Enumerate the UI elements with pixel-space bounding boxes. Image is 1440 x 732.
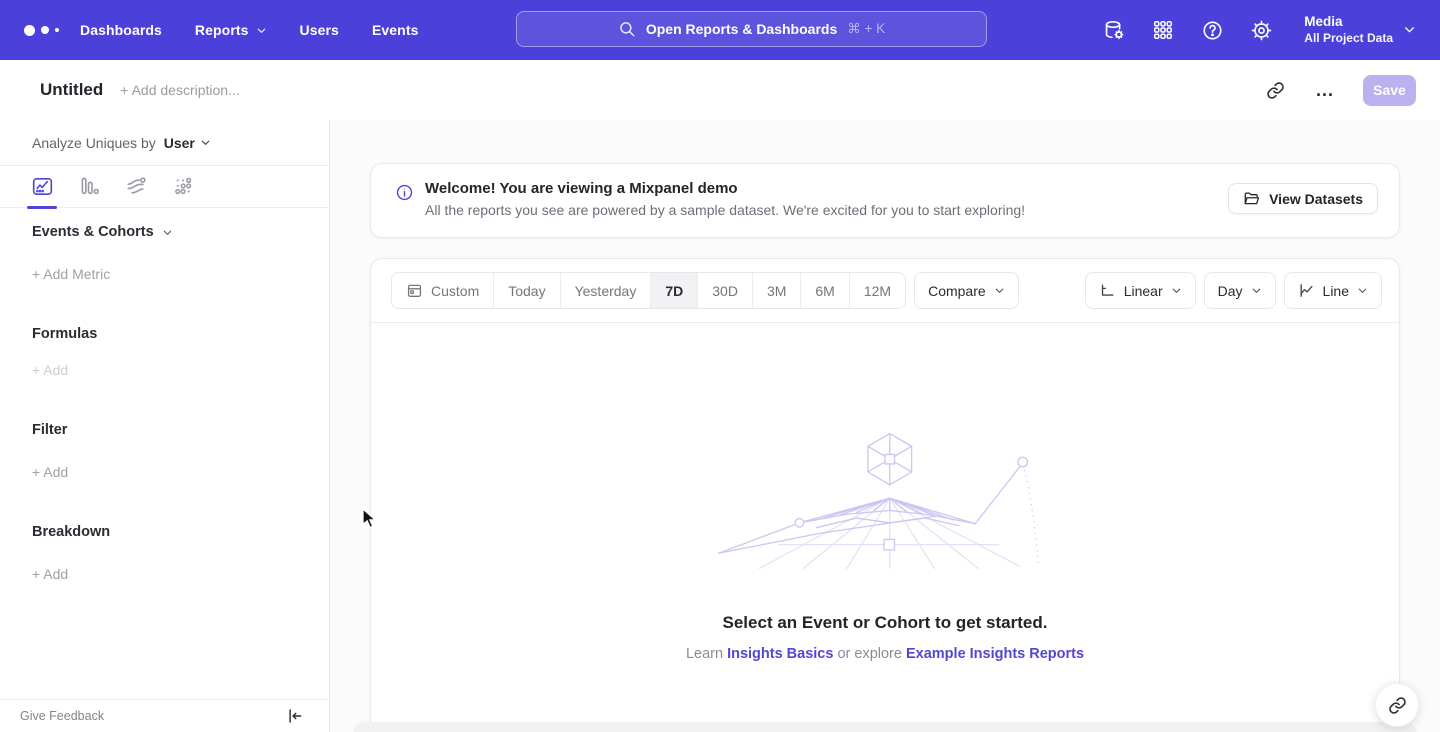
more-options-button[interactable]: ...	[1313, 78, 1337, 102]
search-icon	[618, 20, 636, 38]
sidebar-footer: Give Feedback	[0, 699, 329, 732]
nav-item-users[interactable]: Users	[300, 22, 339, 38]
chevron-down-icon	[994, 285, 1005, 296]
add-metric-button[interactable]: + Add Metric	[32, 266, 110, 282]
help-icon[interactable]	[1200, 18, 1224, 42]
apps-grid-icon[interactable]	[1151, 18, 1175, 42]
tab-insights-chart-icon[interactable]	[30, 175, 54, 199]
add-breakdown-button[interactable]: + Add	[32, 566, 68, 582]
chevron-down-icon	[200, 137, 211, 148]
empty-state-subtitle: Learn Insights Basics or explore Example…	[686, 646, 1084, 662]
chevron-down-icon	[256, 25, 267, 36]
date-range-6m[interactable]: 6M	[801, 273, 849, 308]
date-range-yesterday[interactable]: Yesterday	[561, 273, 652, 308]
project-name: Media	[1304, 13, 1393, 31]
analyze-by-selector[interactable]: User	[164, 135, 211, 151]
banner-subtitle: All the reports you see are powered by a…	[425, 202, 1025, 218]
copy-link-icon[interactable]	[1263, 78, 1287, 102]
next-section-peek	[353, 722, 1417, 732]
tab-funnels-icon[interactable]	[77, 175, 101, 199]
selected-tab-underline	[27, 206, 57, 210]
top-navbar: Dashboards Reports Users Events Open Rep…	[0, 0, 1440, 60]
events-cohorts-header[interactable]: Events & Cohorts	[32, 224, 173, 240]
add-formula-button[interactable]: + Add	[32, 362, 68, 378]
line-chart-icon	[1298, 282, 1315, 299]
topnav-right: Media All Project Data	[1102, 0, 1440, 60]
insights-basics-link[interactable]: Insights Basics	[727, 646, 833, 662]
compare-dropdown[interactable]: Compare	[914, 272, 1019, 309]
gear-icon[interactable]	[1249, 18, 1273, 42]
primary-nav: Dashboards Reports Users Events	[80, 22, 418, 38]
calendar-icon	[406, 282, 423, 299]
tab-retention-icon[interactable]	[171, 175, 195, 199]
chevron-down-icon	[162, 227, 173, 238]
chart-type-tabs	[0, 166, 329, 208]
main-content: Welcome! You are viewing a Mixpanel demo…	[330, 120, 1440, 732]
save-button[interactable]: Save	[1363, 75, 1416, 106]
project-scope: All Project Data	[1304, 31, 1393, 47]
folder-icon	[1243, 190, 1260, 207]
add-filter-button[interactable]: + Add	[32, 464, 68, 480]
mixpanel-logo-dots-icon[interactable]	[24, 25, 68, 36]
example-insights-reports-link[interactable]: Example Insights Reports	[906, 646, 1084, 662]
date-range-30d[interactable]: 30D	[698, 273, 753, 308]
date-range-segmented-control: Custom Today Yesterday 7D 30D 3M 6M 12M	[391, 272, 906, 309]
query-builder-sidebar: Analyze Uniques by User	[0, 120, 330, 732]
chart-type-dropdown[interactable]: Line	[1284, 272, 1382, 309]
banner-title: Welcome! You are viewing a Mixpanel demo	[425, 180, 1025, 197]
link-icon	[1388, 696, 1407, 715]
empty-state: Select an Event or Cohort to get started…	[371, 323, 1399, 732]
share-link-fab[interactable]	[1375, 683, 1419, 727]
demo-welcome-banner: Welcome! You are viewing a Mixpanel demo…	[370, 163, 1400, 238]
date-range-custom[interactable]: Custom	[392, 273, 494, 308]
search-shortcut: ⌘ + K	[847, 21, 885, 37]
report-title[interactable]: Untitled	[40, 80, 103, 100]
analyze-row: Analyze Uniques by User	[0, 120, 329, 166]
empty-state-title: Select an Event or Cohort to get started…	[723, 613, 1048, 633]
chevron-down-icon	[1403, 23, 1416, 36]
data-management-icon[interactable]	[1102, 18, 1126, 42]
global-search[interactable]: Open Reports & Dashboards ⌘ + K	[516, 11, 987, 47]
search-placeholder: Open Reports & Dashboards	[646, 21, 837, 37]
interval-dropdown[interactable]: Day	[1204, 272, 1276, 309]
info-icon	[395, 183, 414, 202]
nav-item-dashboards[interactable]: Dashboards	[80, 22, 162, 38]
chevron-down-icon	[1171, 285, 1182, 296]
empty-state-illustration	[695, 424, 1075, 576]
report-description-placeholder[interactable]: + Add description...	[120, 82, 239, 98]
collapse-sidebar-icon[interactable]	[286, 707, 304, 725]
insights-report-card: Custom Today Yesterday 7D 30D 3M 6M 12M …	[370, 258, 1400, 732]
give-feedback-link[interactable]: Give Feedback	[20, 709, 104, 723]
analyze-prefix: Analyze Uniques by	[32, 135, 156, 151]
formulas-header: Formulas	[32, 326, 97, 342]
nav-item-reports[interactable]: Reports	[195, 22, 267, 38]
chevron-down-icon	[1357, 285, 1368, 296]
nav-item-events[interactable]: Events	[372, 22, 419, 38]
date-range-today[interactable]: Today	[494, 273, 560, 308]
breakdown-header: Breakdown	[32, 524, 110, 540]
view-datasets-button[interactable]: View Datasets	[1228, 183, 1378, 214]
date-range-12m[interactable]: 12M	[850, 273, 905, 308]
tab-flows-icon[interactable]	[124, 175, 148, 199]
report-header: Untitled + Add description... ... Save	[0, 60, 1440, 120]
scale-dropdown[interactable]: Linear	[1085, 272, 1196, 309]
linear-axis-icon	[1099, 282, 1116, 299]
date-range-7d[interactable]: 7D	[651, 273, 698, 308]
filter-header: Filter	[32, 422, 67, 438]
date-range-3m[interactable]: 3M	[753, 273, 801, 308]
chevron-down-icon	[1251, 285, 1262, 296]
project-switcher[interactable]: Media All Project Data	[1304, 13, 1416, 46]
report-controls: Custom Today Yesterday 7D 30D 3M 6M 12M …	[371, 259, 1399, 323]
